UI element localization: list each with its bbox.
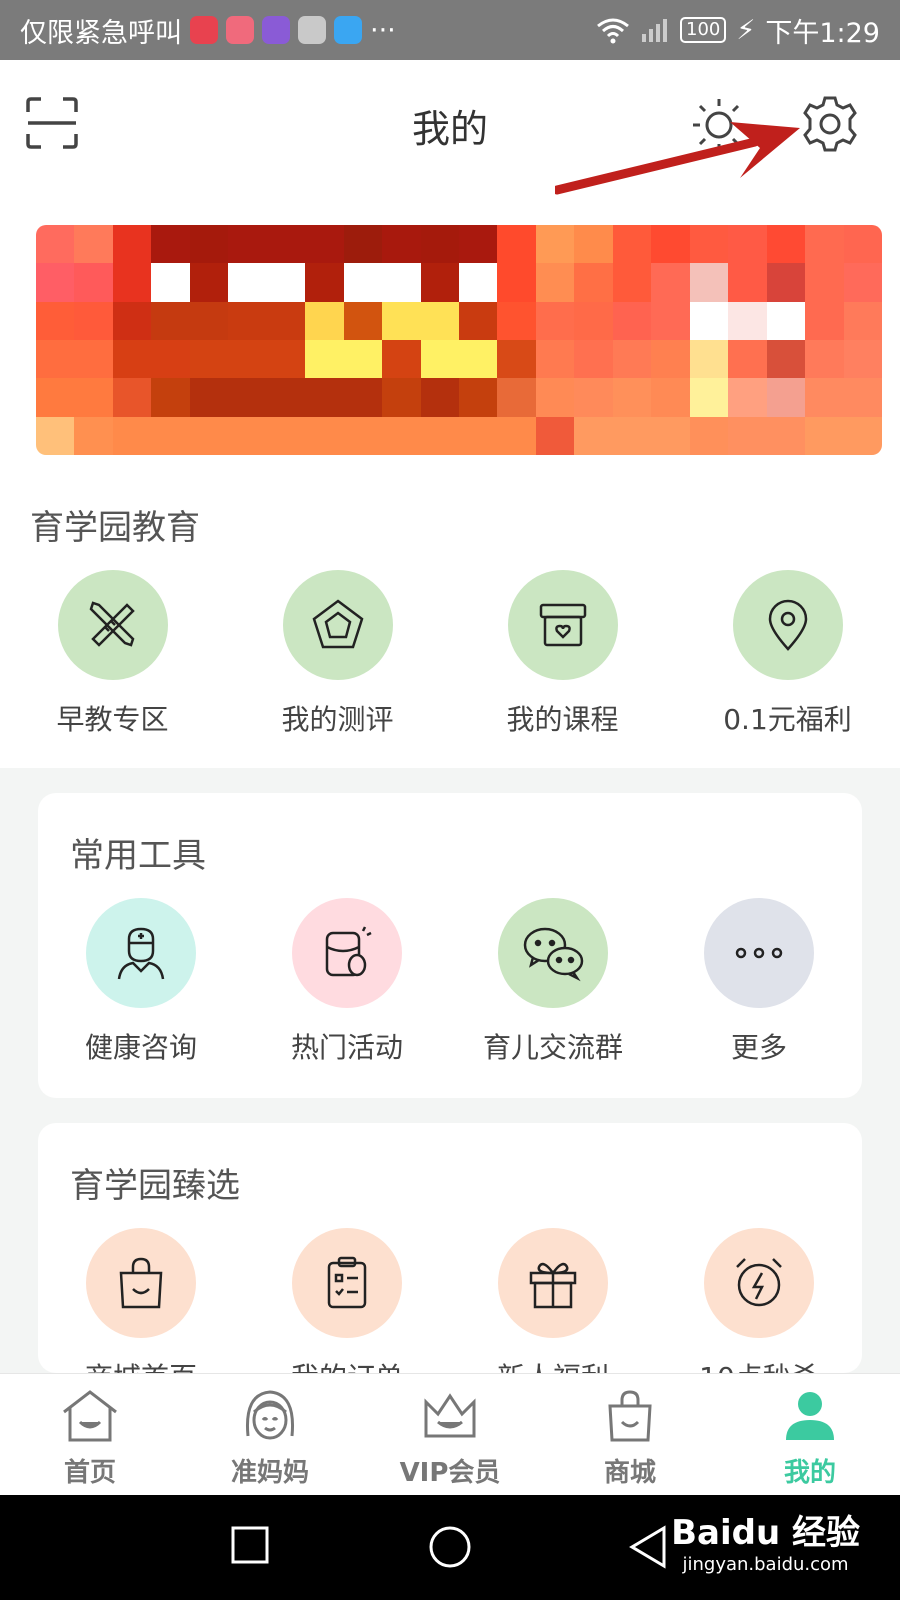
promo-banner-pixelated[interactable] [36,225,882,455]
pick-item-newcomer-welfare[interactable]: 新人福利 [450,1228,656,1373]
tab-home[interactable]: 首页 [0,1374,180,1495]
activity-icon [325,926,372,977]
course-box-icon [539,603,586,647]
notification-app-icon [226,16,254,44]
gear-icon[interactable] [800,94,860,154]
picks-card: 育学园臻选 商城首页 我的订单 新人福利 10点秒杀 [38,1123,862,1373]
education-section: 育学园教育 早教专区 我的测评 我的课程 0.1元福利 [0,475,900,768]
pick-item-flash-sale[interactable]: 10点秒杀 [656,1228,862,1373]
pencil-ruler-icon [89,601,135,647]
shopping-bag-icon [119,1257,163,1309]
more-notifications-glyph: ··· [370,14,396,46]
home-icon [63,1390,117,1442]
more-dots-icon [735,947,783,959]
section-title: 常用工具 [70,836,206,876]
doctor-icon [117,927,165,980]
notification-app-icon [334,16,362,44]
tools-card: 常用工具 健康咨询 热门活动 育儿交流群 更多 [38,793,862,1098]
annotation-arrow-icon [555,122,800,195]
edu-item-early-education[interactable]: 早教专区 [0,570,225,738]
tab-mall[interactable]: 商城 [540,1374,720,1495]
status-text: 仅限紧急呼叫 [20,17,182,49]
notification-app-icon [190,16,218,44]
pentagon-icon [312,599,363,649]
tab-vip[interactable]: VIP会员 [360,1374,540,1495]
shop-bag-icon [608,1390,652,1442]
pick-item-my-orders[interactable]: 我的订单 [244,1228,450,1373]
profile-icon [786,1392,834,1440]
pick-item-mall-home[interactable]: 商城首页 [38,1228,244,1373]
gift-icon [529,1262,577,1309]
mom-face-icon [245,1390,295,1440]
section-title: 育学园臻选 [70,1166,240,1206]
tab-me[interactable]: 我的 [720,1374,900,1495]
wechat-chat-icon [523,927,584,982]
location-pin-icon [768,599,807,651]
system-nav-bar: Baidu 经验 jingyan.baidu.com [0,1495,900,1600]
section-title: 育学园教育 [30,508,200,548]
banner-section [0,185,900,475]
vip-crown-icon [424,1393,476,1438]
edu-item-my-courses[interactable]: 我的课程 [450,570,675,738]
tool-item-health-consult[interactable]: 健康咨询 [38,898,244,1066]
battery-indicator: 100 [680,17,727,43]
tool-item-hot-activities[interactable]: 热门活动 [244,898,450,1066]
edu-item-welfare[interactable]: 0.1元福利 [675,570,900,738]
recent-apps-icon[interactable] [230,1525,270,1565]
baidu-watermark: Baidu 经验 jingyan.baidu.com [671,1513,860,1575]
tab-expecting-mom[interactable]: 准妈妈 [180,1374,360,1495]
clock: 下午1:29 [765,17,880,49]
notification-app-icon [298,16,326,44]
tool-item-more[interactable]: 更多 [656,898,862,1066]
bottom-tab-bar: 首页 准妈妈 VIP会员 商城 我的 [0,1373,900,1495]
alarm-clock-icon [736,1258,782,1307]
tool-item-parenting-group[interactable]: 育儿交流群 [450,898,656,1066]
status-bar: 仅限紧急呼叫 ··· 100 ⚡ 下午1:29 [0,0,900,60]
wifi-icon [597,18,629,44]
clipboard-icon [327,1256,367,1309]
back-icon[interactable] [628,1525,668,1569]
notification-app-icon [262,16,290,44]
edu-item-my-assessment[interactable]: 我的测评 [225,570,450,738]
home-button-icon[interactable] [428,1525,472,1569]
charging-icon: ⚡ [736,14,756,46]
signal-icon [642,19,668,42]
